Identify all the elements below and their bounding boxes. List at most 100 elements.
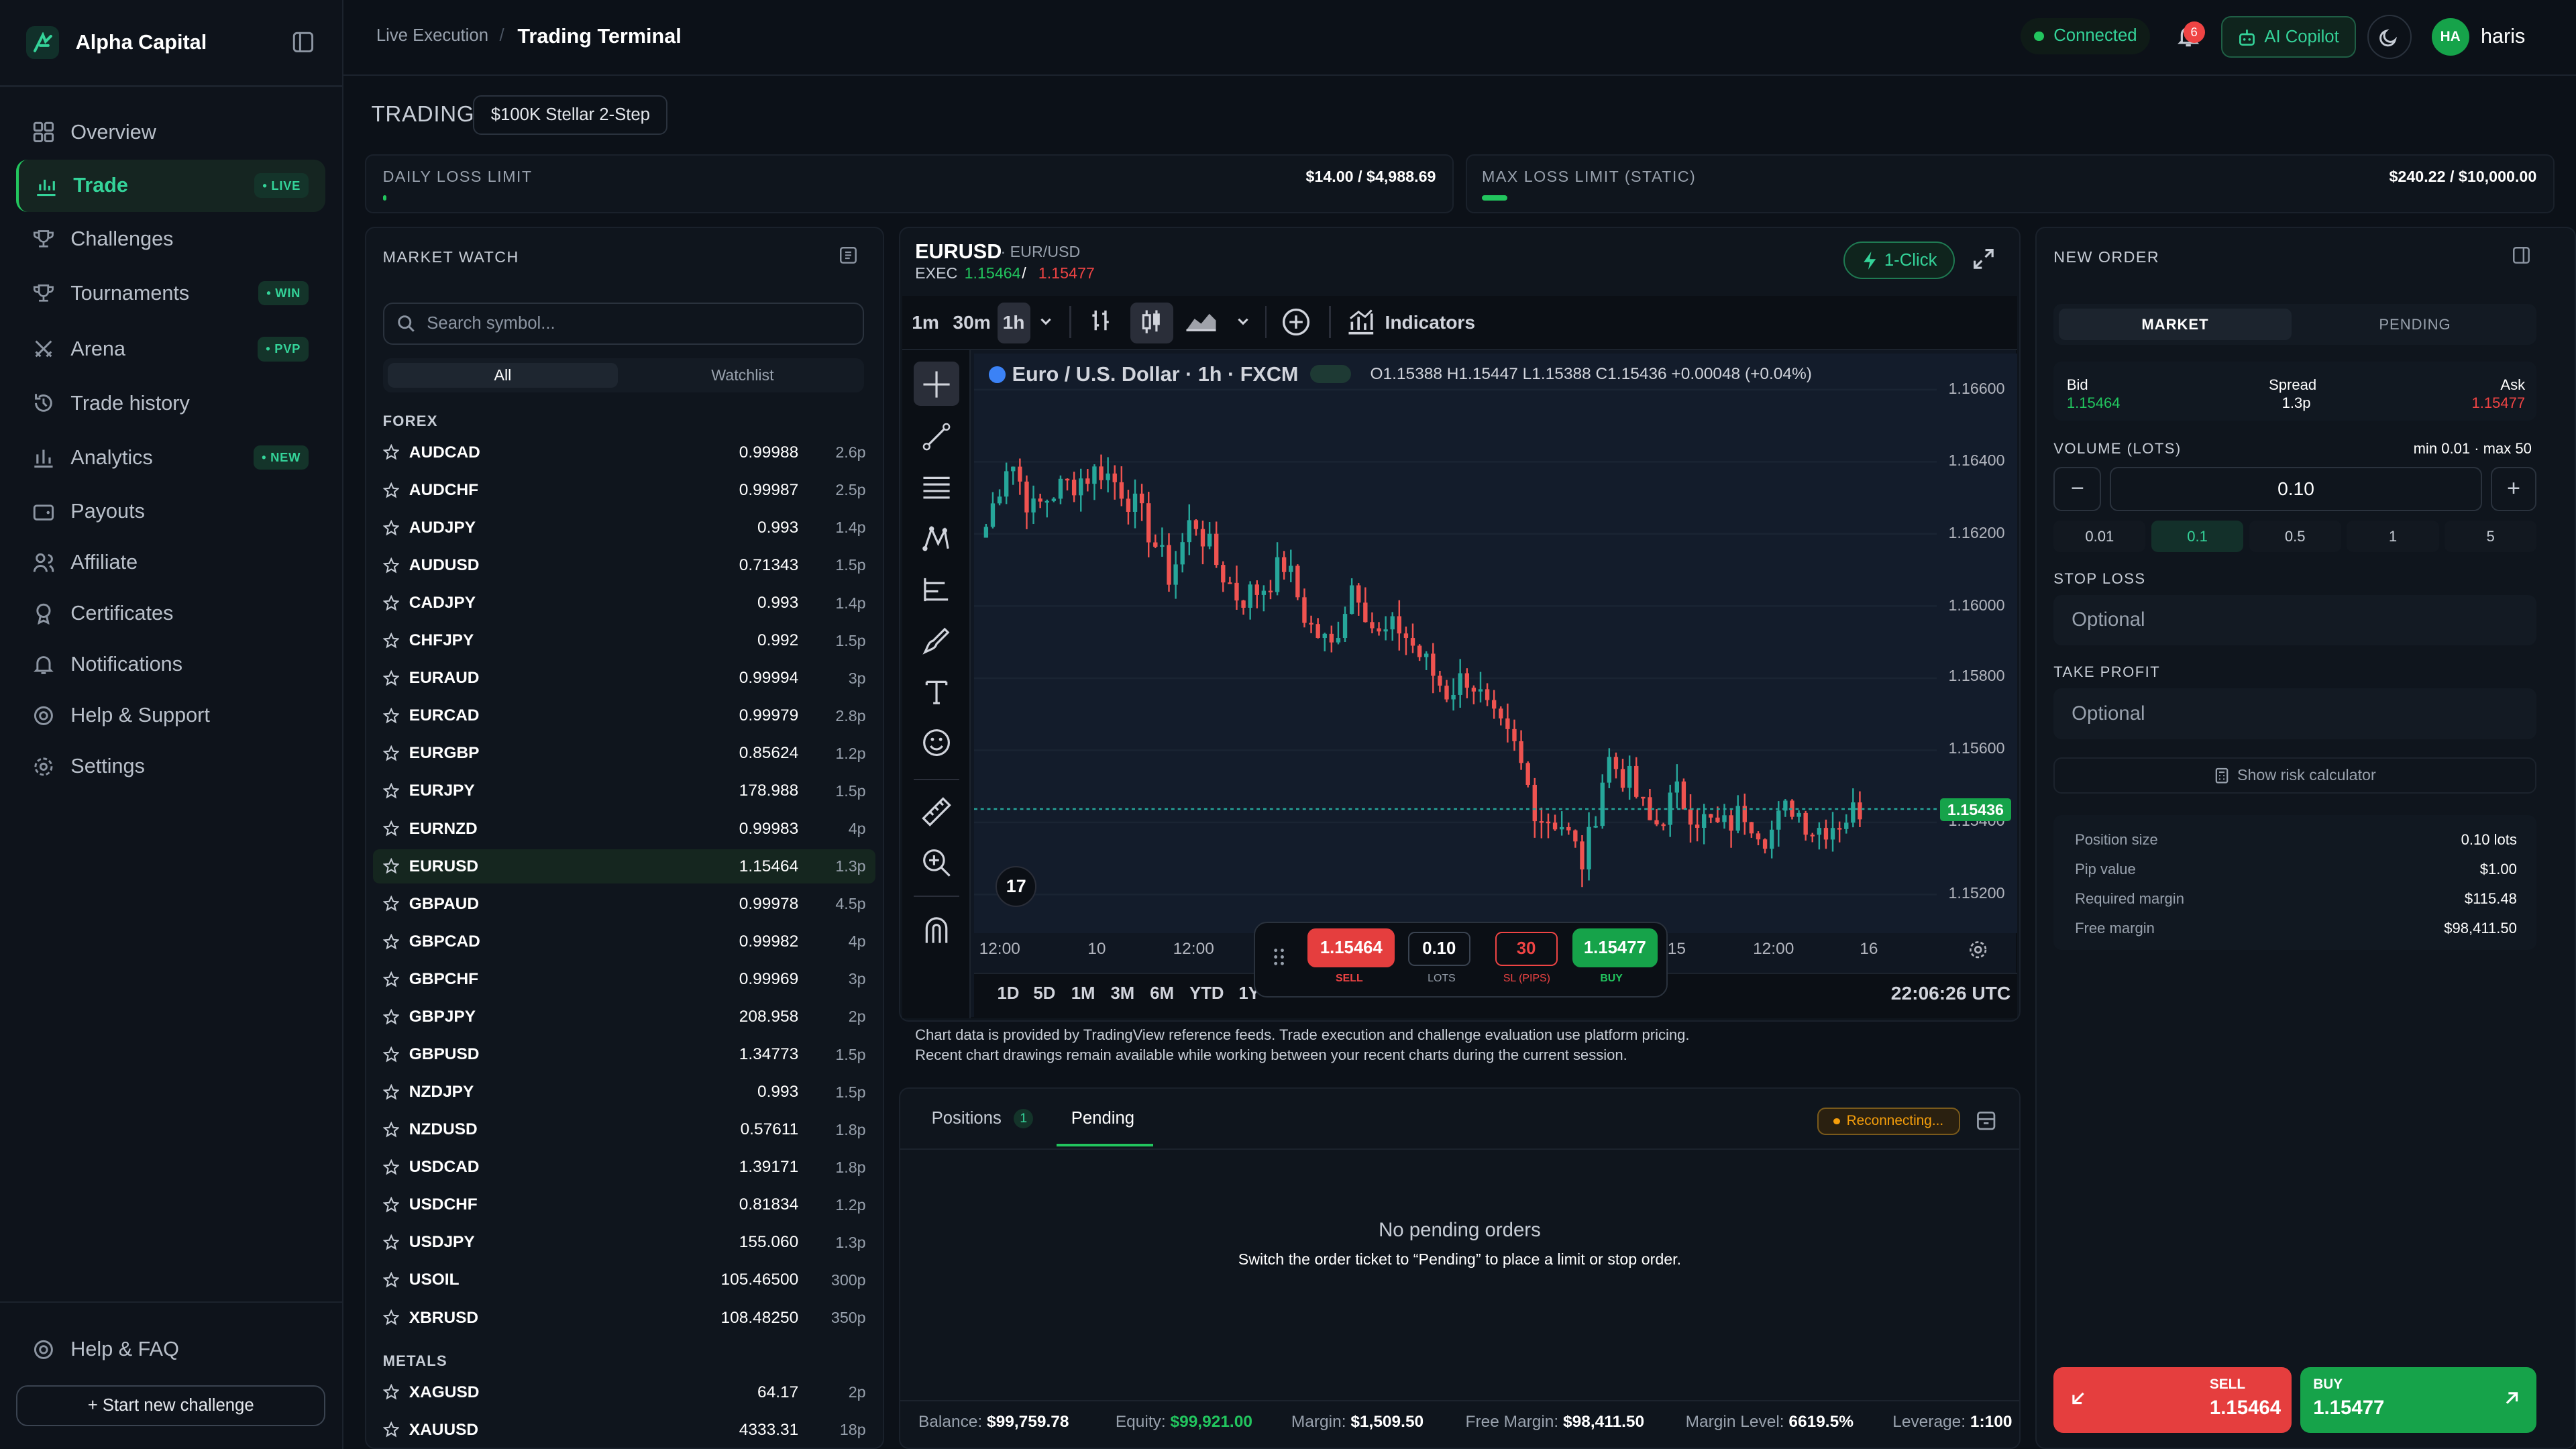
symbol-row[interactable]: GBPUSD 1.34773 1.5p bbox=[373, 1037, 875, 1071]
tab-positions[interactable]: Positions bbox=[932, 1109, 1002, 1128]
symbol-row[interactable]: GBPCAD 0.99982 4p bbox=[373, 924, 875, 959]
star-icon[interactable] bbox=[382, 933, 400, 950]
chevron-down-icon[interactable] bbox=[1038, 314, 1053, 329]
star-icon[interactable] bbox=[382, 1083, 400, 1100]
forecast-tool-icon[interactable] bbox=[922, 575, 951, 604]
star-icon[interactable] bbox=[382, 896, 400, 912]
range-ytd-button[interactable]: YTD bbox=[1189, 984, 1224, 1004]
star-icon[interactable] bbox=[382, 971, 400, 987]
symbol-row[interactable]: NZDJPY 0.993 1.5p bbox=[373, 1075, 875, 1109]
star-icon[interactable] bbox=[382, 594, 400, 611]
timeframe-1m[interactable]: 1m bbox=[912, 312, 939, 333]
trendline-icon[interactable] bbox=[922, 422, 951, 451]
timeframe-30m[interactable]: 30m bbox=[953, 312, 990, 333]
symbol-row[interactable]: XBRUSD 108.48250 350p bbox=[373, 1301, 875, 1335]
sidebar-item-payouts[interactable]: Payouts bbox=[16, 486, 325, 537]
ruler-icon[interactable] bbox=[922, 796, 951, 826]
volume-preset-button[interactable]: 0.5 bbox=[2249, 521, 2341, 552]
symbol-row[interactable]: XAUUSD 4333.31 18p bbox=[373, 1413, 875, 1447]
indicators-icon[interactable] bbox=[1347, 309, 1375, 335]
indicators-button[interactable]: Indicators bbox=[1385, 312, 1476, 333]
star-icon[interactable] bbox=[382, 745, 400, 761]
chart-clock[interactable]: 22:06:26 UTC bbox=[1891, 983, 2010, 1004]
archive-icon[interactable] bbox=[1976, 1111, 1996, 1130]
star-icon[interactable] bbox=[382, 708, 400, 724]
symbol-row[interactable]: USDJPY 155.060 1.3p bbox=[373, 1226, 875, 1260]
one-click-toggle[interactable]: 1-Click bbox=[1843, 241, 1955, 280]
star-icon[interactable] bbox=[382, 1121, 400, 1138]
sidebar-item-trade-history[interactable]: Trade history bbox=[16, 378, 325, 429]
symbol-row[interactable]: EURCAD 0.99979 2.8p bbox=[373, 699, 875, 733]
sidebar-item-notifications[interactable]: Notifications bbox=[16, 639, 325, 690]
symbol-row[interactable]: GBPCHF 0.99969 3p bbox=[373, 962, 875, 996]
username[interactable]: haris bbox=[2481, 25, 2525, 48]
volume-preset-button[interactable]: 0.1 bbox=[2151, 521, 2244, 552]
panel-collapse-icon[interactable] bbox=[2512, 246, 2530, 264]
sidebar-item-certificates[interactable]: Certificates bbox=[16, 588, 325, 639]
symbol-row[interactable]: EURGBP 0.85624 1.2p bbox=[373, 737, 875, 771]
range-1d-button[interactable]: 1D bbox=[998, 984, 1020, 1004]
symbol-row[interactable]: EURJPY 178.988 1.5p bbox=[373, 774, 875, 808]
risk-calculator-toggle[interactable]: Show risk calculator bbox=[2053, 757, 2537, 794]
range-1m-button[interactable]: 1M bbox=[1071, 984, 1095, 1004]
help-faq-link[interactable]: Help & FAQ bbox=[16, 1324, 325, 1375]
symbol-row[interactable]: EURUSD 1.15464 1.3p bbox=[372, 849, 876, 884]
star-icon[interactable] bbox=[382, 444, 400, 461]
quick-sl-input[interactable]: 30 bbox=[1495, 931, 1558, 966]
quick-lots-input[interactable]: 0.10 bbox=[1407, 931, 1470, 966]
fib-retracement-icon[interactable] bbox=[922, 473, 951, 502]
symbol-row[interactable]: EURAUD 0.99994 3p bbox=[373, 661, 875, 695]
sidebar-item-settings[interactable]: Settings bbox=[16, 741, 325, 792]
chevron-down-icon[interactable] bbox=[1236, 314, 1250, 329]
star-icon[interactable] bbox=[382, 482, 400, 498]
symbol-row[interactable]: GBPAUD 0.99978 4.5p bbox=[373, 887, 875, 921]
area-chart-icon[interactable] bbox=[1185, 307, 1218, 333]
star-icon[interactable] bbox=[382, 820, 400, 837]
brush-icon[interactable] bbox=[922, 626, 951, 655]
search-input[interactable]: Search symbol... bbox=[382, 302, 865, 345]
symbol-row[interactable]: AUDCAD 0.99988 2.6p bbox=[373, 435, 875, 470]
emoji-icon[interactable] bbox=[922, 728, 951, 757]
symbol-row[interactable]: EURNZD 0.99983 4p bbox=[373, 812, 875, 846]
star-icon[interactable] bbox=[382, 1384, 400, 1400]
symbol-row[interactable]: AUDCHF 0.99987 2.5p bbox=[373, 473, 875, 507]
volume-preset-button[interactable]: 5 bbox=[2445, 521, 2537, 552]
range-3m-button[interactable]: 3M bbox=[1111, 984, 1135, 1004]
symbol-row[interactable]: AUDJPY 0.993 1.4p bbox=[373, 511, 875, 545]
range-6m-button[interactable]: 6M bbox=[1150, 984, 1174, 1004]
symbol-row[interactable]: USOIL 105.46500 300p bbox=[373, 1263, 875, 1297]
sidebar-item-analytics[interactable]: Analytics • NEW bbox=[16, 432, 325, 483]
symbol-row[interactable]: XAGUSD 64.17 2p bbox=[373, 1375, 875, 1409]
sidebar-item-tournaments[interactable]: Tournaments • WIN bbox=[16, 268, 325, 319]
star-icon[interactable] bbox=[382, 1234, 400, 1250]
tab-pending[interactable]: Pending bbox=[1071, 1109, 1134, 1128]
symbol-row[interactable]: AUDUSD 0.71343 1.5p bbox=[373, 548, 875, 582]
tab-all[interactable]: All bbox=[387, 363, 618, 388]
chart-settings-gear-icon[interactable] bbox=[1968, 940, 1988, 959]
sidebar-item-challenges[interactable]: Challenges bbox=[16, 213, 325, 264]
price-axis[interactable] bbox=[1937, 353, 2018, 934]
star-icon[interactable] bbox=[382, 1159, 400, 1175]
symbol-row[interactable]: NZDUSD 0.57611 1.8p bbox=[373, 1112, 875, 1146]
timeframe-1h[interactable]: 1h bbox=[997, 302, 1030, 343]
sidebar-item-arena[interactable]: Arena • PVP bbox=[16, 323, 325, 374]
symbol-row[interactable]: GBPJPY 208.958 2p bbox=[373, 1000, 875, 1034]
star-icon[interactable] bbox=[382, 1008, 400, 1025]
take-profit-input[interactable]: Optional bbox=[2053, 688, 2537, 740]
star-icon[interactable] bbox=[382, 1272, 400, 1288]
tab-pending-order[interactable]: PENDING bbox=[2297, 309, 2534, 340]
sidebar-item-help-support[interactable]: Help & Support bbox=[16, 690, 325, 741]
quick-sell-button[interactable]: 1.15464 bbox=[1307, 928, 1395, 968]
star-icon[interactable] bbox=[382, 519, 400, 536]
sidebar-item-affiliate[interactable]: Affiliate bbox=[16, 537, 325, 588]
text-tool-icon[interactable] bbox=[922, 677, 951, 706]
panel-collapse-icon[interactable] bbox=[839, 246, 857, 264]
volume-preset-button[interactable]: 0.01 bbox=[2053, 521, 2146, 552]
compare-add-icon[interactable] bbox=[1281, 307, 1311, 337]
symbol-row[interactable]: USDCAD 1.39171 1.8p bbox=[373, 1150, 875, 1185]
drag-handle-icon[interactable] bbox=[1273, 948, 1285, 966]
sidebar-item-overview[interactable]: Overview bbox=[16, 107, 325, 158]
symbol-row[interactable]: USDCHF 0.81834 1.2p bbox=[373, 1188, 875, 1222]
stop-loss-input[interactable]: Optional bbox=[2053, 594, 2537, 646]
pattern-tool-icon[interactable] bbox=[922, 524, 951, 553]
